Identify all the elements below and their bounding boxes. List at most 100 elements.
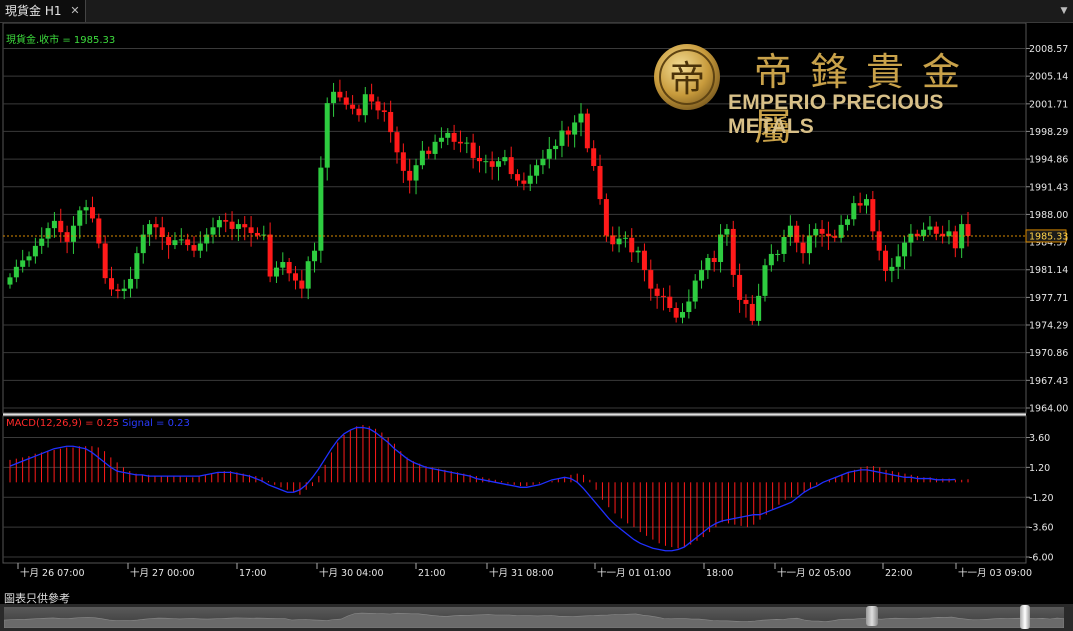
chart-scrollbar[interactable] <box>0 604 1073 631</box>
candle-body <box>565 130 571 135</box>
candle-body <box>140 234 146 254</box>
candle-body <box>77 210 83 226</box>
candle-body <box>102 243 108 279</box>
candle-body <box>248 227 254 233</box>
candle-body <box>451 132 457 142</box>
candle-body <box>806 235 812 254</box>
time-tick-label: 十月 30 04:00 <box>319 567 384 579</box>
chart-tab[interactable]: 現貨金 H1 ✕ <box>0 0 86 22</box>
candle-body <box>267 234 273 277</box>
candle-body <box>413 165 419 181</box>
time-tick-label: 十月 31 08:00 <box>489 567 554 579</box>
candle-body <box>654 288 660 296</box>
scrollbar-sparkline <box>4 612 1064 628</box>
candle-body <box>876 231 882 251</box>
candle-body <box>724 228 730 235</box>
candle-body <box>489 161 495 167</box>
candle-body <box>768 253 774 266</box>
candle-body <box>13 266 19 278</box>
scrollbar-right-handle[interactable] <box>1020 605 1030 629</box>
candle-body <box>115 289 121 292</box>
price-tick-label: 1964.00 <box>1029 404 1068 415</box>
candle-body <box>89 207 95 219</box>
candle-body <box>70 225 76 242</box>
candle-body <box>660 295 666 297</box>
current-price-label: 1985.33 <box>1029 231 1068 242</box>
candle-body <box>851 203 857 220</box>
candle-body <box>597 166 603 200</box>
candle-body <box>616 238 622 245</box>
candle-body <box>502 157 508 162</box>
candle-body <box>134 253 140 279</box>
candle-body <box>147 224 153 235</box>
candle-body <box>603 199 609 236</box>
macd-tick-label: 1.20 <box>1029 463 1050 474</box>
candle-body <box>813 228 819 236</box>
macd-legend-signal: Signal = 0.23 <box>122 418 190 429</box>
scrollbar-thumb[interactable] <box>866 606 878 626</box>
candle-body <box>553 145 559 150</box>
scrollbar-track[interactable] <box>4 607 1064 628</box>
candle-body <box>242 224 248 228</box>
candle-body <box>7 277 13 285</box>
price-tick-label: 2005.14 <box>1029 72 1068 83</box>
time-tick-label: 十一月 03 09:00 <box>958 567 1032 579</box>
price-tick-label: 1974.29 <box>1029 321 1068 332</box>
price-tick-label: 1967.43 <box>1029 376 1068 387</box>
close-icon[interactable]: ✕ <box>68 0 82 22</box>
candle-body <box>172 240 178 246</box>
candle-body <box>350 104 356 109</box>
candle-body <box>527 175 533 184</box>
price-tick-label: 1970.86 <box>1029 348 1068 359</box>
candle-body <box>521 180 527 184</box>
candle-body <box>889 266 895 271</box>
candle-body <box>400 152 406 171</box>
candle-body <box>476 157 482 162</box>
candle-body <box>191 245 197 251</box>
price-tick-label: 1977.71 <box>1029 293 1068 304</box>
candle-body <box>819 228 825 234</box>
candle-body <box>641 250 647 271</box>
price-tick-label: 2001.71 <box>1029 99 1068 110</box>
macd-signal-line <box>9 426 956 552</box>
candle-body <box>794 225 800 243</box>
candle-body <box>166 237 172 246</box>
candle-body <box>699 270 705 281</box>
candle-body <box>883 250 889 271</box>
macd-tick-label: 3.60 <box>1029 433 1050 444</box>
candle-body <box>356 108 362 116</box>
macd-tick-label: -3.60 <box>1029 523 1054 534</box>
logo-emblem-icon: 帝 <box>654 44 720 110</box>
candle-body <box>39 238 45 246</box>
time-tick-label: 21:00 <box>418 568 445 579</box>
candle-body <box>965 224 971 236</box>
candle-body <box>781 237 787 254</box>
candle-body <box>870 199 876 232</box>
candle-body <box>895 256 901 267</box>
chart-area[interactable]: 2008.57 2005.14 2001.71 1998.29 1994.86 1991.… <box>0 23 1073 590</box>
time-tick-label: 22:00 <box>885 568 912 579</box>
logo-english-name: EMPERIO PRECIOUS METALS <box>728 91 944 138</box>
candle-body <box>64 232 70 242</box>
candle-body <box>261 234 267 236</box>
candle-body <box>464 142 470 144</box>
candle-body <box>96 218 102 244</box>
time-tick-label: 十一月 02 05:00 <box>777 567 851 579</box>
macd-tick-label: -1.20 <box>1029 493 1054 504</box>
candle-body <box>337 91 343 98</box>
candle-body <box>711 257 717 263</box>
macd-legend: MACD(12,26,9) = 0.25 Signal = 0.23 <box>6 418 190 429</box>
logo-emblem-glyph: 帝 <box>669 59 705 100</box>
price-tick-label: 1998.29 <box>1029 127 1068 138</box>
candle-body <box>496 161 502 167</box>
candle-body <box>756 295 762 321</box>
candle-body <box>933 226 939 234</box>
candle-body <box>705 257 711 271</box>
price-tick-label: 2008.57 <box>1029 44 1068 55</box>
candle-body <box>26 256 32 261</box>
candle-body <box>749 303 755 321</box>
time-tick-label: 十月 27 00:00 <box>130 567 195 579</box>
candle-body <box>667 296 673 308</box>
candle-body <box>153 224 159 228</box>
chevron-down-icon[interactable]: ▼ <box>1057 0 1071 22</box>
